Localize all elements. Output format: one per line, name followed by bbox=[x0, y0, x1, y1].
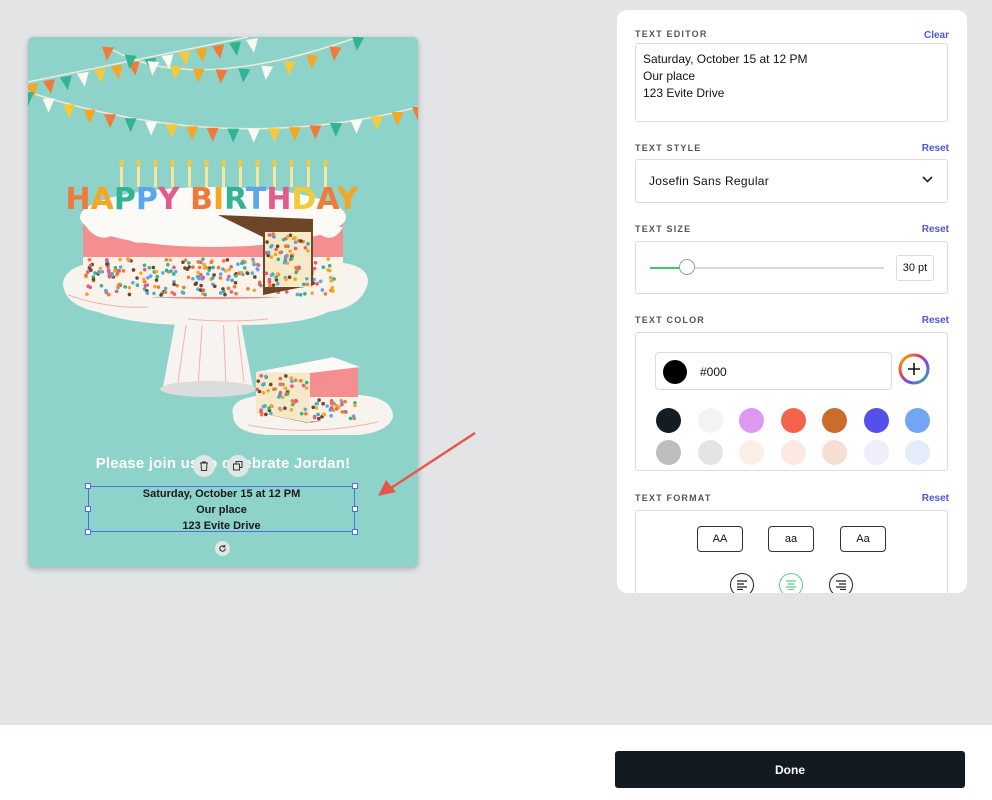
align-right-icon bbox=[836, 580, 846, 590]
color-swatch[interactable] bbox=[905, 408, 930, 433]
add-color-button[interactable] bbox=[898, 353, 930, 385]
hex-color-input[interactable]: #000 bbox=[655, 352, 892, 390]
uppercase-button[interactable]: AA bbox=[697, 526, 743, 552]
align-left-icon bbox=[737, 580, 747, 590]
clear-button[interactable]: Clear bbox=[924, 30, 949, 41]
color-swatch[interactable] bbox=[822, 408, 847, 433]
cake-title: HAPPY BIRTHDAY bbox=[66, 182, 360, 217]
align-right-button[interactable] bbox=[829, 573, 853, 593]
slider-knob[interactable] bbox=[679, 259, 696, 275]
titlecase-button[interactable]: Aa bbox=[840, 526, 886, 552]
current-color-swatch bbox=[663, 360, 687, 384]
text-format-reset-button[interactable]: Reset bbox=[922, 493, 949, 504]
color-swatch[interactable] bbox=[697, 440, 723, 465]
copy-icon bbox=[233, 461, 243, 471]
editor-line: Our place bbox=[643, 69, 696, 83]
color-swatch[interactable] bbox=[863, 440, 889, 465]
color-swatch[interactable] bbox=[656, 408, 681, 433]
font-select-value: Josefin Sans Regular bbox=[649, 174, 770, 188]
duplicate-button[interactable] bbox=[227, 455, 249, 477]
card-detail-line: Saturday, October 15 at 12 PM bbox=[142, 488, 301, 500]
editor-line: 123 Evite Drive bbox=[643, 86, 725, 100]
color-swatch[interactable] bbox=[780, 408, 806, 433]
text-color-reset-button[interactable]: Reset bbox=[922, 315, 949, 326]
rotate-handle[interactable] bbox=[215, 541, 230, 556]
resize-handle[interactable] bbox=[352, 506, 358, 512]
text-size-slider[interactable] bbox=[650, 259, 884, 275]
hex-color-value: #000 bbox=[700, 365, 727, 379]
align-center-icon bbox=[786, 580, 796, 590]
resize-handle[interactable] bbox=[352, 529, 358, 535]
color-swatch[interactable] bbox=[822, 440, 847, 465]
invite-line[interactable]: Please join us to celebrate Jordan! bbox=[28, 455, 418, 472]
text-format-label: TEXT FORMAT bbox=[635, 493, 712, 503]
align-left-button[interactable] bbox=[730, 573, 754, 593]
align-center-button[interactable] bbox=[779, 573, 803, 593]
color-swatch[interactable] bbox=[780, 440, 806, 465]
lowercase-button[interactable]: aa bbox=[768, 526, 814, 552]
card-detail-line: Our place bbox=[196, 504, 247, 516]
resize-handle[interactable] bbox=[352, 483, 358, 489]
color-swatch[interactable] bbox=[697, 408, 723, 433]
footer-bar: Done bbox=[0, 725, 992, 800]
resize-handle[interactable] bbox=[85, 529, 91, 535]
color-swatch[interactable] bbox=[656, 440, 681, 465]
delete-button[interactable] bbox=[193, 455, 215, 477]
color-swatch[interactable] bbox=[739, 408, 764, 433]
rotate-icon bbox=[219, 544, 226, 552]
resize-handle[interactable] bbox=[85, 506, 91, 512]
text-format-control: AA aa Aa bbox=[635, 510, 948, 593]
invitation-card[interactable]: HAPPY BIRTHDAY Please join us to celebra… bbox=[28, 37, 418, 567]
text-editor-input[interactable]: Saturday, October 15 at 12 PM Our place … bbox=[635, 43, 948, 122]
editor-line: Saturday, October 15 at 12 PM bbox=[643, 52, 808, 66]
color-swatch[interactable] bbox=[905, 440, 930, 465]
text-size-reset-button[interactable]: Reset bbox=[922, 224, 949, 235]
text-color-label: TEXT COLOR bbox=[635, 315, 705, 325]
color-swatch[interactable] bbox=[863, 408, 889, 433]
selected-text-box[interactable]: Saturday, October 15 at 12 PM Our place … bbox=[85, 483, 358, 535]
font-select[interactable]: Josefin Sans Regular bbox=[635, 159, 948, 203]
chevron-down-icon bbox=[922, 176, 933, 183]
text-properties-panel: TEXT EDITOR Clear Saturday, October 15 a… bbox=[617, 10, 967, 593]
color-swatch[interactable] bbox=[739, 440, 764, 465]
annotation-arrow bbox=[378, 431, 476, 496]
text-style-reset-button[interactable]: Reset bbox=[922, 143, 949, 154]
text-size-label: TEXT SIZE bbox=[635, 224, 692, 234]
trash-icon bbox=[200, 461, 208, 471]
card-detail-line: 123 Evite Drive bbox=[182, 520, 261, 532]
text-size-input[interactable]: 30 pt bbox=[896, 255, 934, 281]
text-style-label: TEXT STYLE bbox=[635, 143, 702, 153]
done-button[interactable]: Done bbox=[615, 751, 965, 788]
text-color-control: #000 bbox=[635, 332, 948, 471]
text-editor-label: TEXT EDITOR bbox=[635, 29, 708, 39]
resize-handle[interactable] bbox=[85, 483, 91, 489]
text-size-control: 30 pt bbox=[635, 241, 948, 294]
